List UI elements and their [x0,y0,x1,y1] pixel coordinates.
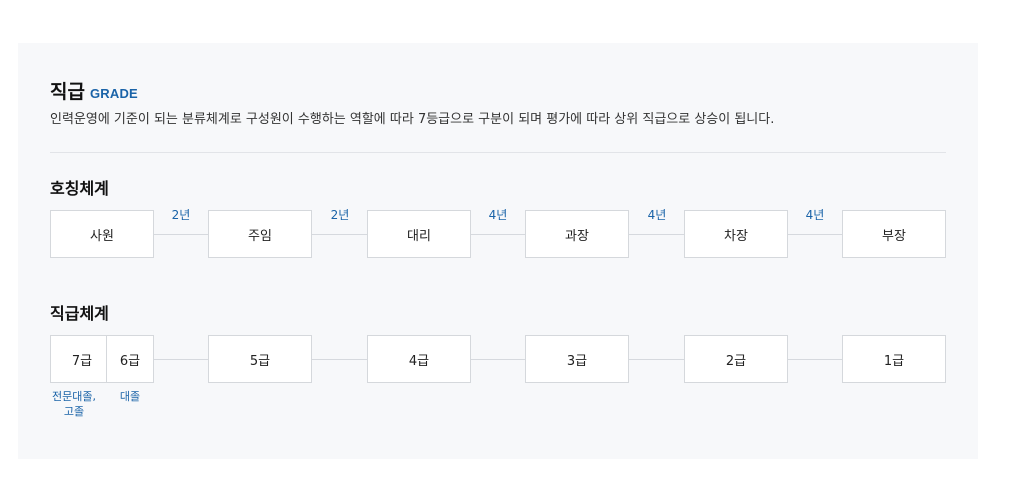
years-label: 4년 [647,208,667,222]
years-label: 2년 [330,208,350,222]
grade-box-3: 3급 [525,335,629,383]
grade-box-1: 1급 [842,335,946,383]
position-box-general-manager: 부장 [842,210,946,258]
grade-system-heading: 직급체계 [50,304,109,323]
position-box-manager: 과장 [525,210,629,258]
grade-system-row: 7급 6급 5급 4급 3급 2급 1급 [50,335,946,383]
grade-box-4: 4급 [367,335,471,383]
grade7-note-line1: 전문대졸, [52,390,96,403]
connector-line [470,234,526,235]
connector-line [629,234,685,235]
position-box-deputy-general-manager: 차장 [684,210,788,258]
connector-line [787,359,843,360]
grade6-note: 대졸 [119,390,141,403]
section-header: 직급 GRADE [50,77,138,104]
years-label: 4년 [805,208,825,222]
divider [50,152,946,153]
grade7-note-line2: 고졸 [63,405,85,418]
section-title-en: GRADE [89,86,138,101]
grade7-note: 전문대졸, 고졸 [47,389,101,419]
connector-line [470,359,526,360]
connector-line [154,359,210,360]
title-system-heading: 호칭체계 [50,179,109,198]
title-system-row: 2년 2년 4년 4년 4년 사원 주임 대리 과장 차장 부장 [50,208,946,258]
connector-line [312,359,368,360]
grade-box-7: 7급 [50,335,114,383]
grade-box-2: 2급 [684,335,788,383]
years-label: 2년 [171,208,191,222]
position-box-staff: 사원 [50,210,154,258]
grade-box-6: 6급 [106,335,154,383]
years-label: 4년 [488,208,508,222]
connector-line [629,359,685,360]
section-description: 인력운영에 기준이 되는 분류체계로 구성원이 수행하는 역할에 따라 7등급으… [50,112,775,127]
connector-line [153,234,209,235]
position-box-deputy: 대리 [367,210,471,258]
section-title: 직급 [50,81,85,103]
grade-box-5: 5급 [208,335,312,383]
connector-line [787,234,843,235]
position-box-assistant-manager: 주임 [208,210,312,258]
connector-line [312,234,368,235]
grade-panel: 직급 GRADE 인력운영에 기준이 되는 분류체계로 구성원이 수행하는 역할… [18,43,978,459]
